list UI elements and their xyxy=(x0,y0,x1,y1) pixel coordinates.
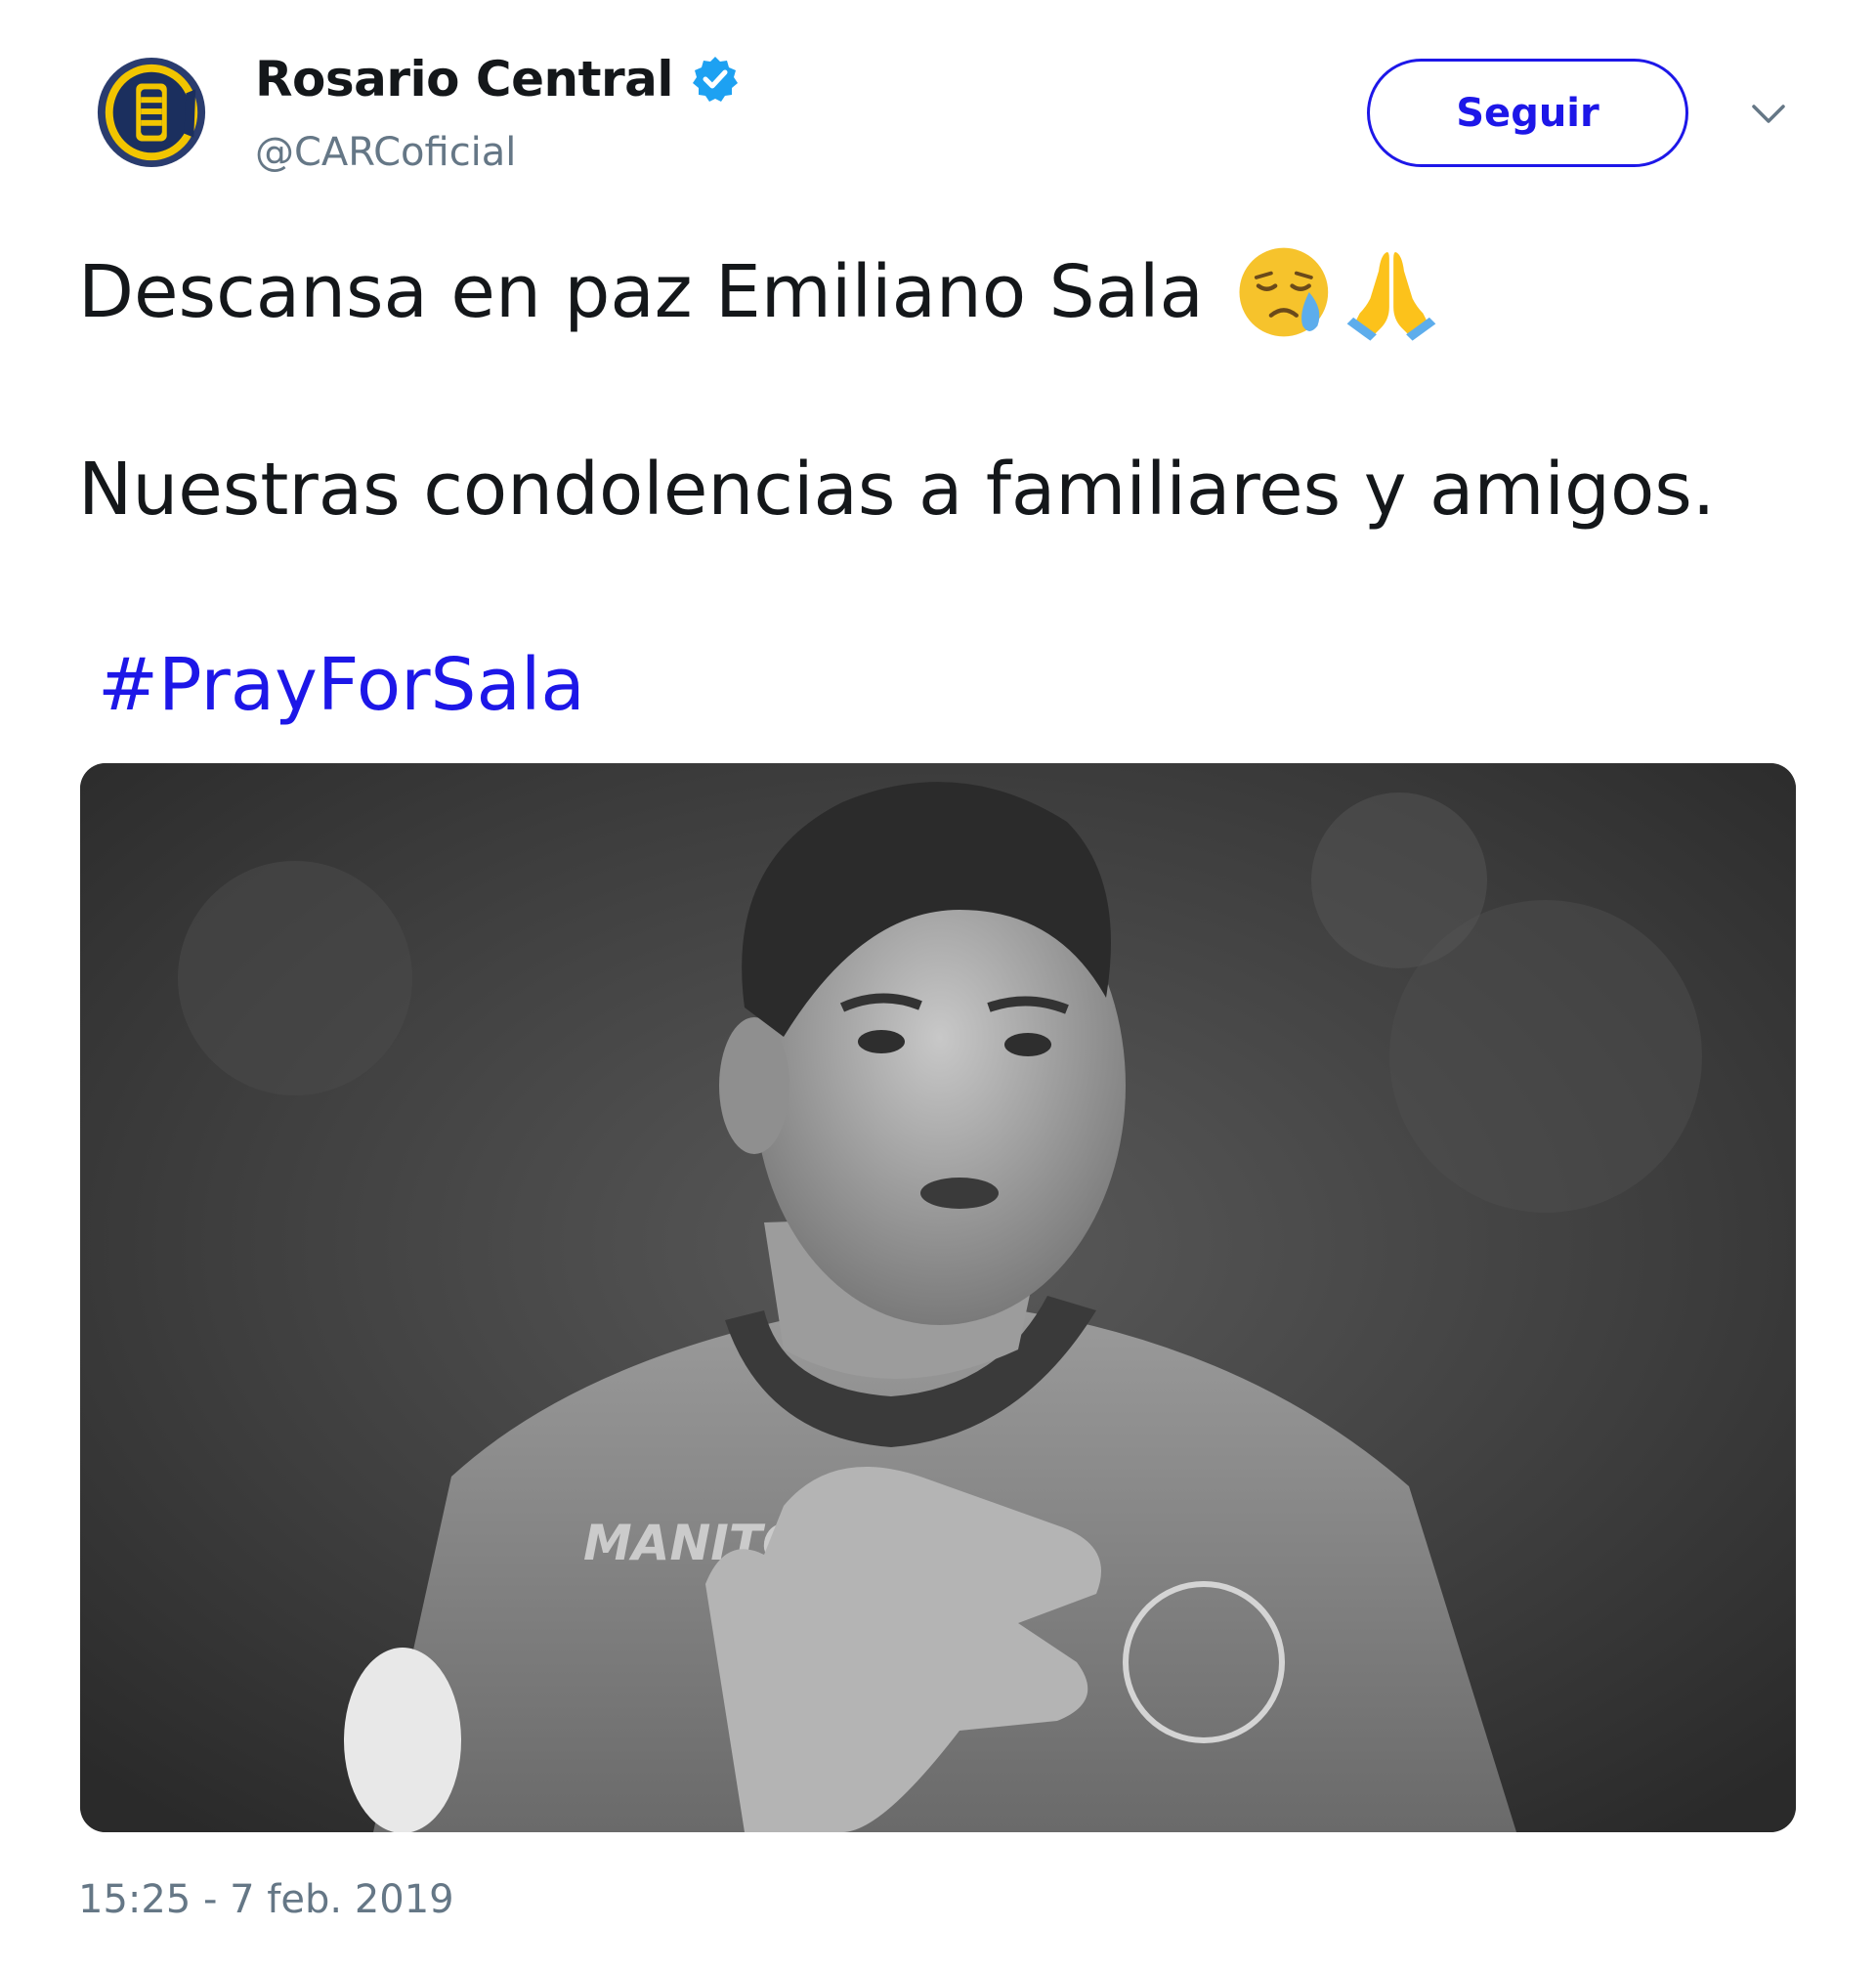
tweet-text-rip: Descansa en paz Emiliano Sala xyxy=(78,250,1204,334)
display-name[interactable]: Rosario Central xyxy=(255,51,674,107)
folded-hands-emoji xyxy=(1346,251,1436,341)
tweet-media-photo[interactable]: MANITOU xyxy=(80,763,1796,1832)
account-name-row: Rosario Central xyxy=(255,51,740,107)
tweet-timestamp[interactable]: 15:25 - 7 feb. 2019 xyxy=(78,1877,454,1922)
tweet-text-line-1: Descansa en paz Emiliano Sala xyxy=(78,239,1444,345)
avatar[interactable] xyxy=(94,55,209,170)
account-handle[interactable]: @CARCoficial xyxy=(255,130,516,175)
club-crest-icon xyxy=(97,57,206,168)
player-photo: MANITOU xyxy=(80,763,1796,1832)
tweet-text-line-2: Nuestras condolencias a familiares y ami… xyxy=(78,448,1716,532)
chevron-down-icon[interactable] xyxy=(1751,104,1786,125)
hashtag-link[interactable]: #PrayForSala xyxy=(98,643,585,727)
verified-badge-icon xyxy=(693,57,739,102)
follow-button[interactable]: Seguir xyxy=(1367,59,1688,167)
crying-face-emoji xyxy=(1239,247,1329,337)
